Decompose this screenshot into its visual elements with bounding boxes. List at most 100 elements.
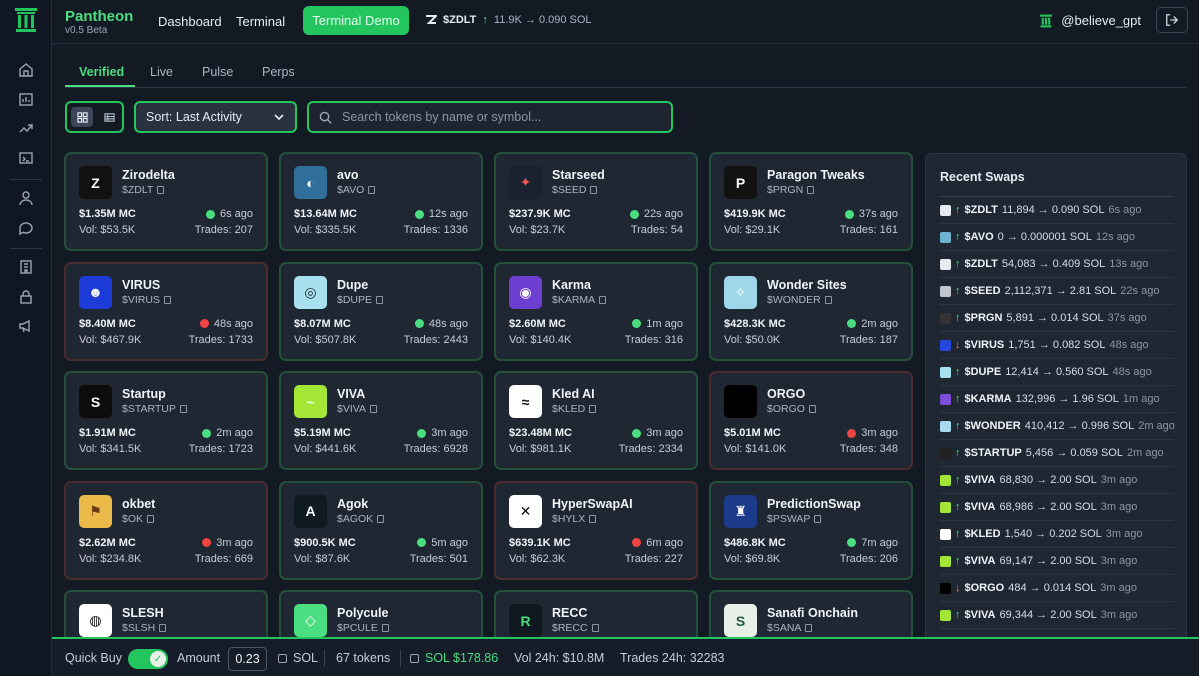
copy-icon[interactable] (159, 624, 167, 632)
copy-icon[interactable] (590, 186, 598, 194)
arrow-up-icon: ↑ (955, 501, 961, 513)
token-card[interactable]: ≈ Kled AI $KLED $23.48M MC 3m ago Vol: $… (494, 371, 698, 470)
token-card[interactable]: ☻ VIRUS $VIRUS $8.40M MC 48s ago Vol: $4… (64, 261, 268, 361)
age-text: 6s ago (219, 208, 253, 220)
token-card[interactable]: ◎ Dupe $DUPE $8.07M MC 48s ago Vol: $507… (279, 261, 483, 361)
copy-icon[interactable] (147, 514, 155, 523)
recent-swaps-title: Recent Swaps (940, 170, 1025, 184)
token-card[interactable]: ✧ Wonder Sites $WONDER $428.3K MC 2m ago… (709, 261, 913, 361)
age-text: 22s ago (643, 208, 683, 220)
token-card[interactable]: ~ VIVA $VIVA $5.19M MC 3m ago Vol: $441.… (279, 371, 483, 470)
token-card[interactable]: ✦ Starseed $SEED $237.9K MC 22s ago Vol:… (494, 152, 698, 251)
token-card[interactable]: A Agok $AGOK $900.5K MC 5m ago Vol: $87.… (279, 480, 483, 580)
swap-row[interactable]: ↑ $VIVA 69,147 → 2.00 SOL 3m ago (940, 548, 1174, 575)
copy-icon[interactable] (179, 405, 187, 413)
tab-pulse[interactable]: Pulse (202, 65, 233, 79)
logout-button[interactable] (1156, 7, 1188, 33)
user-icon[interactable] (18, 190, 34, 206)
token-ticker: $DUPE (337, 294, 384, 306)
swap-row[interactable]: ↑ $WONDER 410,412 → 0.996 SOL 2m ago (940, 413, 1175, 440)
token-name: Wonder Sites (767, 277, 847, 292)
token-card[interactable]: ⚑ okbet $OK $2.62M MC 3m ago Vol: $234.8… (64, 480, 268, 580)
wonder-logo-icon: ✧ (724, 275, 757, 309)
quick-buy-toggle[interactable]: ✓ (128, 649, 168, 669)
token-card[interactable]: S Sanafi Onchain $SANA (709, 590, 913, 638)
age-text: 6m ago (646, 536, 683, 549)
copy-icon[interactable] (157, 186, 165, 194)
token-name: ORGO (767, 387, 806, 401)
swap-row[interactable]: ↑ $ZDLT 54,083 → 0.409 SOL 13s ago (940, 251, 1174, 278)
search-input[interactable] (342, 110, 642, 124)
copy-icon[interactable] (591, 624, 599, 632)
swap-row[interactable]: ↓ $ORGO 484 → 0.014 SOL 3m ago (940, 575, 1174, 602)
arrow-up-icon: ↑ (955, 528, 961, 540)
top-ticker[interactable]: $ZDLT ↑ 11.9K → 0.090 SOL (425, 14, 592, 26)
swap-row[interactable]: ↑ $VIVA 68,986 → 2.00 SOL 3m ago (940, 494, 1174, 521)
nav-dashboard[interactable]: Dashboard (158, 14, 222, 29)
grid-view-button[interactable] (71, 107, 93, 127)
home-icon[interactable] (18, 62, 34, 78)
token-card[interactable]: Z Zirodelta $ZDLT $1.35M MC 6s ago Vol: … (64, 152, 268, 251)
nav-terminal[interactable]: Terminal (236, 14, 285, 29)
swap-row[interactable]: ↑ $VIVA 68,830 → 2.00 SOL 3m ago (940, 467, 1174, 494)
token-card[interactable]: ♜ PredictionSwap $PSWAP $486.8K MC 7m ag… (709, 480, 913, 580)
bar-chart-icon[interactable] (18, 91, 34, 107)
token-card[interactable]: ◐ avo $AVO $13.64M MC 12s ago Vol: $335.… (279, 152, 483, 251)
trend-up-icon[interactable] (18, 120, 34, 136)
copy-icon[interactable] (163, 295, 171, 304)
copy-icon[interactable] (807, 186, 815, 194)
copy-icon[interactable] (368, 186, 376, 194)
swap-row[interactable]: ↓ $VIRUS 1,751 → 0.082 SOL 48s ago (940, 332, 1174, 359)
copy-icon[interactable] (381, 624, 389, 632)
swap-row[interactable]: ↑ $VIVA 69,344 → 2.00 SOL 3m ago (940, 602, 1174, 629)
sort-dropdown[interactable]: Sort: Last Activity (134, 101, 297, 133)
token-icon (940, 231, 951, 243)
currency-select[interactable]: SOL (278, 651, 318, 665)
tab-perps[interactable]: Perps (262, 65, 295, 79)
copy-icon[interactable] (805, 624, 813, 632)
lock-icon[interactable] (18, 289, 34, 305)
terminal-demo-button[interactable]: Terminal Demo (303, 6, 409, 35)
swap-row[interactable]: ↑ $STARTUP 5,456 → 0.059 SOL 2m ago (940, 440, 1174, 467)
swap-row[interactable]: ↑ $DUPE 12,414 → 0.560 SOL 48s ago (940, 359, 1174, 386)
ticker-text: $SLSH (122, 622, 156, 634)
copy-icon[interactable] (376, 295, 384, 304)
copy-icon[interactable] (808, 405, 816, 413)
token-card[interactable]: ✕ HyperSwapAI $HYLX $639.1K MC 6m ago Vo… (494, 480, 698, 580)
token-card[interactable]: P Paragon Tweaks $PRGN $419.9K MC 37s ag… (709, 152, 913, 251)
brand[interactable]: Pantheon v0.5 Beta (65, 8, 133, 37)
table-view-button[interactable] (98, 107, 120, 127)
pantheon-logo-icon[interactable] (14, 7, 38, 33)
token-card[interactable]: S Startup $STARTUP $1.91M MC 2m ago Vol:… (64, 371, 268, 470)
terminal-icon[interactable] (18, 150, 34, 166)
swap-row[interactable]: ↑ $ZDLT 11,894 → 0.090 SOL 6s ago (940, 197, 1174, 224)
chat-icon[interactable] (18, 220, 34, 236)
copy-icon[interactable] (377, 514, 385, 523)
building-icon[interactable] (18, 259, 34, 275)
copy-icon[interactable] (599, 295, 607, 304)
token-card[interactable]: ◉ Karma $KARMA $2.60M MC 1m ago Vol: $14… (494, 261, 698, 361)
token-card[interactable]: ◇ Polycule $PCULE (279, 590, 483, 638)
copy-icon[interactable] (370, 405, 377, 413)
copy-icon[interactable] (824, 295, 832, 304)
token-card[interactable]: ◍ SLESH $SLSH (64, 590, 268, 638)
swap-row[interactable]: ↑ $KARMA 132,996 → 1.96 SOL 1m ago (940, 386, 1174, 413)
token-card[interactable]: R RECC $RECC (494, 590, 698, 638)
arrow-up-icon: ↑ (955, 555, 961, 567)
dupe-logo-icon: ◎ (294, 275, 327, 309)
swap-row[interactable]: ↑ $SEED 2,112,371 → 2.81 SOL 22s ago (940, 278, 1174, 305)
tab-verified[interactable]: Verified (79, 65, 124, 79)
token-card[interactable]: ORGO $ORGO $5.01M MC 3m ago Vol: $141.0K… (709, 371, 913, 470)
swap-row[interactable]: ↑ $PRGN 5,891 → 0.014 SOL 37s ago (940, 305, 1174, 332)
copy-icon[interactable] (589, 405, 597, 413)
swap-row[interactable]: ↑ $KLED 1,540 → 0.202 SOL 3m ago (940, 521, 1174, 548)
swap-row[interactable]: ↑ $AVO 0 → 0.000001 SOL 12s ago (940, 224, 1174, 251)
copy-icon[interactable] (814, 514, 822, 523)
megaphone-icon[interactable] (18, 318, 34, 334)
user-account[interactable]: @believe_gpt (1039, 13, 1141, 28)
starseed-logo-icon: ✦ (509, 166, 542, 199)
tab-live[interactable]: Live (150, 65, 173, 79)
market-cap: $639.1K MC (509, 536, 571, 549)
copy-icon[interactable] (589, 514, 597, 523)
amount-input[interactable]: 0.23 (228, 647, 267, 671)
